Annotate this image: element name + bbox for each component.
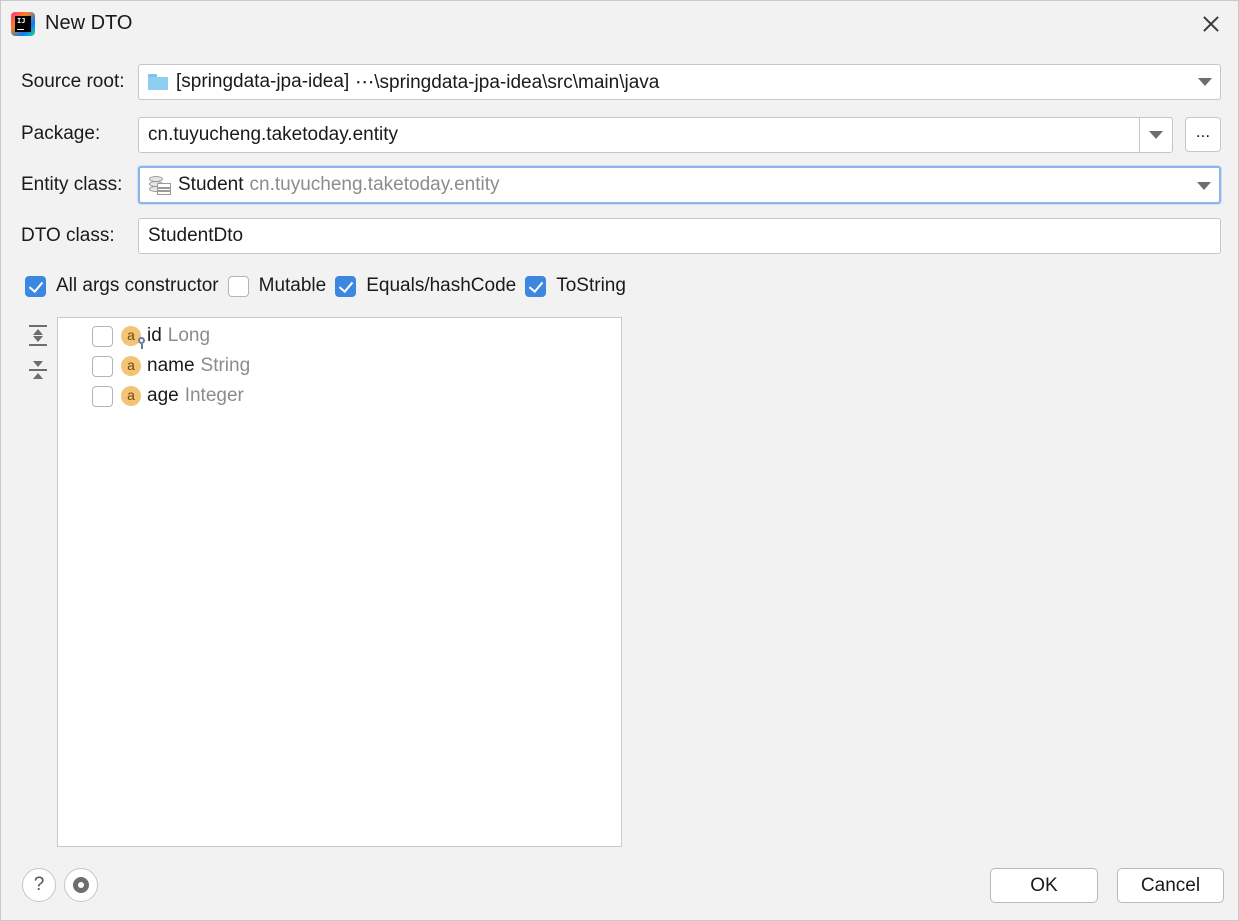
new-dto-dialog: IJ New DTO Source root: [springdata-jpa-… [0, 0, 1239, 921]
expand-all-icon[interactable] [25, 321, 51, 351]
package-value: cn.tuyucheng.taketoday.entity [148, 124, 398, 145]
help-button[interactable]: ? [22, 868, 56, 902]
field-name: name [147, 355, 195, 376]
cancel-button[interactable]: Cancel [1117, 868, 1224, 903]
package-browse-button[interactable]: ... [1185, 117, 1221, 152]
entity-class-name: Student [178, 174, 244, 195]
entity-class-label: Entity class: [21, 174, 123, 195]
equals-hashcode-checkbox[interactable] [335, 275, 357, 297]
chevron-down-icon [1197, 182, 1211, 190]
chevron-down-icon [1198, 78, 1212, 86]
mutable-label: Mutable [258, 275, 327, 296]
options-row: All args constructor Mutable Equals/hash… [25, 273, 635, 299]
dto-class-input[interactable]: StudentDto [138, 218, 1221, 254]
title-bar: IJ New DTO [1, 1, 1238, 47]
intellij-idea-icon: IJ [11, 12, 35, 36]
dialog-title: New DTO [45, 12, 133, 34]
tree-row[interactable]: a name String [92, 352, 250, 380]
ok-button[interactable]: OK [990, 868, 1098, 903]
dto-class-label: DTO class: [21, 225, 115, 246]
source-root-dropdown[interactable]: [springdata-jpa-idea] ⋯\springdata-jpa-i… [138, 64, 1221, 100]
tree-toolbar [25, 321, 51, 389]
database-table-icon [148, 174, 172, 196]
gear-icon [70, 874, 92, 896]
field-checkbox-id[interactable] [92, 325, 113, 347]
field-icon: a [121, 386, 141, 406]
field-name: id [147, 325, 162, 346]
mutable-checkbox[interactable] [227, 275, 249, 297]
field-type: String [200, 355, 251, 376]
field-name: age [147, 385, 179, 406]
source-root-module: [springdata-jpa-idea] [176, 71, 350, 92]
settings-button[interactable] [64, 868, 98, 902]
all-args-constructor-checkbox[interactable] [25, 275, 46, 297]
field-type: Long [167, 325, 211, 346]
package-input[interactable]: cn.tuyucheng.taketoday.entity [138, 117, 1140, 153]
package-history-dropdown[interactable] [1139, 117, 1173, 153]
dto-class-value: StudentDto [148, 225, 244, 246]
collapse-all-icon[interactable] [25, 359, 51, 389]
fields-tree: a id Long a name String a age Integer [57, 317, 622, 847]
tree-row[interactable]: a id Long [92, 322, 210, 350]
source-root-label: Source root: [21, 71, 125, 92]
field-checkbox-age[interactable] [92, 385, 113, 407]
all-args-constructor-label: All args constructor [56, 275, 219, 296]
field-type: Integer [184, 385, 244, 406]
tostring-checkbox[interactable] [525, 275, 547, 297]
key-icon [138, 336, 146, 349]
entity-class-package: cn.tuyucheng.taketoday.entity [249, 174, 500, 195]
field-checkbox-name[interactable] [92, 355, 113, 377]
package-label: Package: [21, 123, 101, 144]
tree-row[interactable]: a age Integer [92, 382, 244, 410]
equals-hashcode-label: Equals/hashCode [366, 275, 517, 296]
entity-class-dropdown[interactable]: Student cn.tuyucheng.taketoday.entity [138, 166, 1221, 204]
chevron-down-icon [1149, 131, 1163, 139]
source-root-path: ⋯\springdata-jpa-idea\src\main\java [355, 71, 660, 93]
tostring-label: ToString [556, 275, 626, 296]
folder-icon [148, 74, 168, 90]
close-icon[interactable] [1197, 10, 1225, 38]
field-icon: a [121, 356, 141, 376]
